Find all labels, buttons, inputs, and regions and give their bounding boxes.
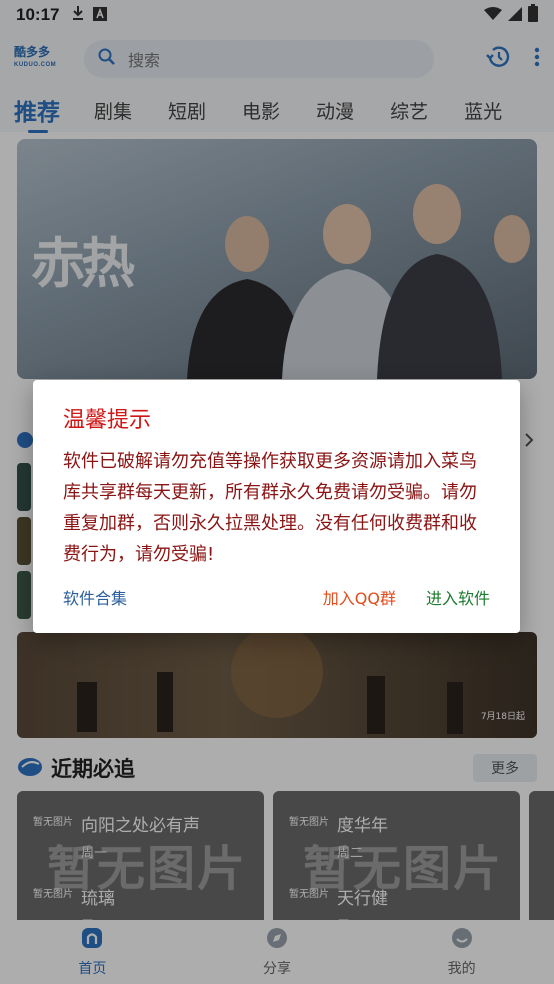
software-collection-button[interactable]: 软件合集 (63, 585, 127, 609)
dialog-message: 软件已破解请勿充值等操作获取更多资源请加入菜鸟库共享群每天更新，所有群永久免费请… (63, 451, 477, 565)
enter-app-button[interactable]: 进入软件 (426, 585, 490, 609)
dialog-title: 温馨提示 (63, 408, 152, 433)
notice-dialog: 温馨提示 软件已破解请勿充值等操作获取更多资源请加入菜鸟库共享群每天更新，所有群… (33, 380, 520, 633)
dialog-actions: 软件合集 加入QQ群 进入软件 (63, 585, 490, 609)
join-qq-group-button[interactable]: 加入QQ群 (323, 585, 396, 609)
